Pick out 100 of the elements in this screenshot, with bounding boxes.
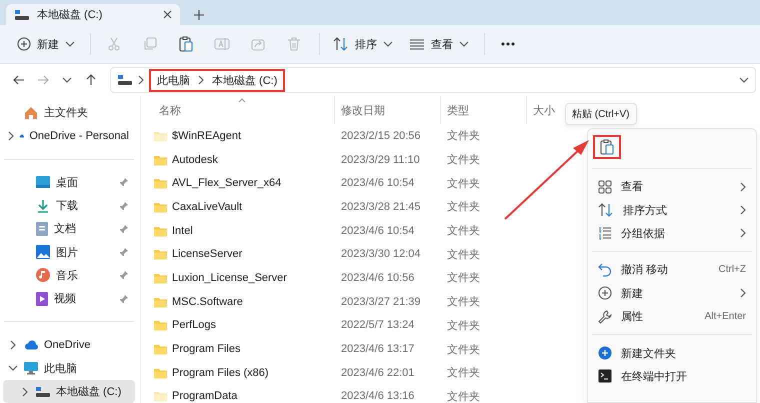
view-button[interactable]: 查看 — [402, 30, 476, 58]
modified-date: 2023/4/6 10:54 — [340, 224, 416, 239]
modified-date: 2023/3/27 21:39 — [340, 294, 422, 310]
expand-chevron-icon[interactable] — [10, 340, 16, 350]
file-name[interactable]: PerfLogs — [141, 314, 335, 338]
menu-item[interactable]: 新建 — [592, 282, 752, 305]
file-name[interactable]: CaxaLiveVault — [141, 195, 335, 219]
list-view-icon — [409, 38, 425, 50]
file-type: 文件夹 — [446, 176, 481, 192]
sidebar-item[interactable]: 本地磁盘 (C:) — [3, 380, 135, 403]
menu-item[interactable]: 查看 — [592, 175, 752, 198]
recent-locations-icon[interactable] — [62, 77, 72, 83]
file-name[interactable]: MSC.Software — [141, 290, 335, 314]
sidebar-item[interactable]: 图片 — [3, 240, 135, 264]
file-name[interactable]: Luxion_License_Server — [141, 266, 335, 290]
breadcrumb[interactable]: 此电脑 — [157, 72, 190, 88]
file-type: 文件夹 — [446, 152, 481, 168]
menu-item[interactable]: 新建文件夹 — [592, 341, 752, 365]
file-type: 文件夹 — [446, 390, 481, 403]
sidebar-item[interactable]: 音乐 — [3, 264, 135, 288]
home-icon — [23, 104, 39, 121]
menu-item[interactable]: 在终端中打开 — [592, 364, 752, 388]
download-icon — [35, 198, 51, 214]
expand-chevron-icon[interactable] — [8, 365, 18, 372]
file-name[interactable]: LicenseServer — [141, 242, 335, 266]
sidebar-item[interactable]: OneDrive - Personal — [3, 124, 135, 148]
rename-icon — [214, 37, 230, 51]
more-icon[interactable] — [500, 41, 516, 47]
trash-icon — [287, 37, 301, 51]
sidebar-item[interactable]: 文档 — [3, 217, 135, 240]
new-tab-icon[interactable] — [194, 10, 204, 20]
modified-date: 2023/2/15 20:56 — [340, 128, 422, 144]
column-header[interactable]: 名称 — [141, 96, 335, 124]
file-name[interactable]: $WinREAgent — [141, 124, 335, 148]
expand-chevron-icon[interactable] — [8, 130, 14, 141]
breadcrumb[interactable]: 本地磁盘 (C:) — [212, 72, 278, 88]
drive-icon — [117, 74, 133, 86]
menu-item[interactable]: 属性 Alt+Enter — [592, 304, 752, 328]
chevron-right-icon — [198, 75, 204, 85]
sidebar-item[interactable]: OneDrive — [3, 333, 135, 357]
share-icon — [251, 37, 265, 51]
copy-icon — [143, 37, 157, 51]
file-type: 文件夹 — [446, 200, 481, 216]
new-folder-icon — [598, 346, 612, 360]
dropdown-icon[interactable] — [739, 77, 749, 83]
modified-date: 2022/5/7 13:24 — [340, 318, 416, 334]
modified-date: 2023/4/6 10:54 — [340, 176, 416, 192]
plus-circle-icon — [598, 286, 612, 300]
file-type: 文件夹 — [446, 318, 481, 334]
file-name[interactable]: ProgramData — [141, 384, 335, 403]
column-header[interactable]: 类型 — [441, 96, 527, 124]
paste-icon — [179, 36, 193, 52]
file-name[interactable]: AVL_Flex_Server_x64 — [141, 171, 335, 196]
file-name[interactable]: Program Files (x86) — [141, 360, 335, 385]
file-name[interactable]: Autodesk — [141, 148, 335, 172]
sidebar-item[interactable]: 主文件夹 — [3, 101, 135, 124]
drive-icon — [14, 8, 30, 20]
sort-ascending-icon — [238, 98, 246, 103]
cloud-icon — [23, 339, 39, 352]
new-button[interactable]: 新建 — [10, 30, 82, 58]
chevron-right-icon — [138, 75, 144, 85]
file-name[interactable]: Intel — [141, 218, 335, 242]
file-type: 文件夹 — [446, 366, 481, 382]
file-type: 文件夹 — [446, 128, 481, 144]
column-header[interactable]: 修改日期 — [335, 96, 441, 124]
grouped-list-icon — [598, 226, 612, 240]
monitor-icon — [23, 360, 39, 376]
tooltip: 粘贴 (Ctrl+V) — [565, 103, 636, 125]
file-type: 文件夹 — [446, 248, 481, 263]
modified-date: 2023/4/6 10:56 — [340, 270, 416, 286]
modified-date: 2023/3/28 21:45 — [340, 200, 422, 215]
tab-title: 本地磁盘 (C:) — [37, 8, 104, 22]
sidebar-item[interactable]: 下载 — [3, 194, 135, 218]
back-icon[interactable] — [13, 74, 25, 86]
plus-circle-icon — [17, 37, 31, 51]
sidebar-item[interactable]: 视频 — [3, 287, 135, 310]
modified-date: 2023/3/30 12:04 — [340, 247, 422, 262]
file-type: 文件夹 — [446, 294, 481, 310]
caret-icon — [383, 41, 393, 47]
window-tab[interactable]: 本地磁盘 (C:) — [6, 4, 180, 25]
music-icon — [35, 267, 51, 284]
grid-icon — [598, 180, 612, 194]
expand-chevron-icon[interactable] — [22, 386, 28, 397]
sidebar-item[interactable]: 此电脑 — [3, 356, 135, 380]
close-icon[interactable] — [163, 10, 172, 19]
sidebar-item[interactable]: 桌面 — [3, 170, 135, 194]
video-icon — [35, 290, 49, 307]
cut-icon — [107, 37, 121, 51]
drive-icon — [35, 386, 51, 398]
paste-icon — [600, 139, 614, 155]
desktop-icon — [35, 175, 51, 190]
file-name[interactable]: Program Files — [141, 337, 335, 361]
wrench-icon — [598, 310, 612, 324]
sort-button[interactable]: 排序 — [326, 30, 400, 58]
sort-icon — [598, 203, 614, 218]
menu-item[interactable]: 撤消 移动 Ctrl+Z — [592, 258, 752, 282]
menu-item[interactable]: 排序方式 — [592, 198, 752, 222]
up-icon[interactable] — [85, 74, 97, 86]
menu-item[interactable]: 分组依据 — [592, 222, 752, 246]
address-bar[interactable]: 此电脑 本地磁盘 (C:) — [110, 67, 756, 93]
